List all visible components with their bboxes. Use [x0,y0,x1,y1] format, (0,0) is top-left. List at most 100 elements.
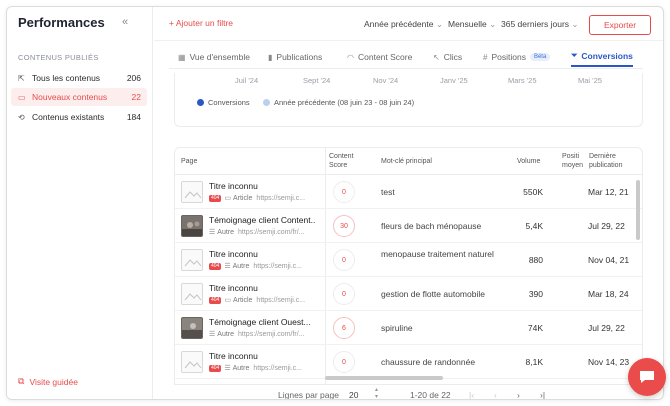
page-url[interactable]: https://semji.com/fr/... [238,229,305,236]
x-tick-label: Mai '25 [578,76,602,85]
x-tick-label: Juil '24 [235,76,259,85]
content-type: Autre [232,262,250,270]
main-keyword: gestion de flotte automobile [381,289,485,299]
tab-label: Conversions [581,51,633,61]
column-header-content-score[interactable]: Content Score [329,152,363,170]
add-filter-button[interactable]: + Ajouter un filtre [169,18,233,28]
article-icon: ▭ [224,195,231,202]
tab-conversions[interactable]: ⏷ Conversions [571,47,633,67]
search-volume: 8,1K [525,357,544,367]
page-url[interactable]: https://semji.c... [256,195,305,202]
sidebar-item-count: 184 [126,112,141,122]
page-url[interactable]: https://semji.c... [256,297,305,304]
page-title-link[interactable]: Titre inconnu [209,181,315,191]
column-header-published[interactable]: Dernière publication [589,152,629,170]
page-thumbnail [181,249,203,271]
status-badge: 404 [209,296,222,304]
publication-date: Nov 04, 21 [588,255,630,265]
page-meta: ☰ Autre https://semji.com/fr/... [209,330,321,339]
sidebar-item-existing-content[interactable]: ⟲ Contenus existants 184 [11,108,147,126]
page-meta: 404 ☰ Autre https://semji.c... [209,364,321,372]
tab-positions[interactable]: # Positions Béta [483,47,551,67]
legend-dot [197,99,204,106]
guided-tour-icon: ⧉ [18,376,25,386]
chevron-down-icon: ⌄ [569,19,579,29]
sidebar-item-all-content[interactable]: ⇱ Tous les contenus 206 [11,69,147,87]
page-title-link[interactable]: Titre inconnu [209,351,315,361]
page-meta: 404 ☰ Autre https://semji.c... [209,262,321,270]
main-keyword: fleurs de bach ménopause [381,221,482,231]
x-tick-label: Mars '25 [508,76,537,85]
column-header-keyword[interactable]: Mot-clé principal [381,157,432,166]
column-header-page[interactable]: Page [181,157,197,166]
column-header-volume[interactable]: Volume [517,157,540,166]
sidebar-section-label: CONTENUS PUBLIÉS [18,53,99,62]
page-url[interactable]: https://semji.c... [253,263,302,270]
tab-overview[interactable]: ▦ Vue d'ensemble [178,47,250,67]
page-url[interactable]: https://semji.com/fr/... [238,331,305,338]
export-button[interactable]: Exporter [589,15,651,35]
table-row[interactable]: Titre inconnu 404 ☰ Autre https://semji.… [175,345,642,379]
first-page-icon[interactable]: |‹ [469,390,474,399]
granularity-value: Mensuelle [448,19,487,29]
main-keyword: chaussure de randonnée [381,357,476,367]
prev-page-icon[interactable]: ‹ [494,390,497,399]
status-badge: 404 [209,262,222,270]
tab-content-score[interactable]: ◠ Content Score [347,47,412,67]
granularity-select[interactable]: Mensuelle ⌄ [448,19,496,30]
sidebar-item-count: 206 [126,73,141,83]
search-volume: 550K [523,187,543,197]
hash-icon: # [483,52,488,62]
page-title-link[interactable]: Témoignage client Content... [209,215,315,225]
page-title-link[interactable]: Témoignage client Ouest... [209,317,315,327]
tab-label: Publications [276,52,323,62]
table-row[interactable]: Témoignage client Ouest... ☰ Autre https… [175,311,642,345]
content-type: Article [232,194,253,202]
tab-clicks[interactable]: ↖ Clics [433,47,462,67]
legend-dot [263,99,270,106]
other-content-icon: ☰ [224,263,231,270]
content-score-ring: 30 [333,215,355,237]
external-link-icon: ⇱ [18,73,25,83]
page-thumbnail [181,283,203,305]
period-select[interactable]: 365 derniers jours ⌄ [501,19,579,30]
legend-item-conversions[interactable]: Conversions [197,98,250,107]
legend-item-previous-year[interactable]: Année précédente (08 juin 23 - 08 juin 2… [263,98,414,107]
status-badge: 404 [209,364,222,372]
sidebar-item-new-content[interactable]: ▭ Nouveaux contenus 22 [11,88,147,106]
sidebar-item-label: Tous les contenus [32,73,101,83]
table-row[interactable]: Témoignage client Content... ☰ Autre htt… [175,209,642,243]
chat-bubble-icon [640,371,654,383]
x-tick-label: Janv '25 [440,76,468,85]
page-title-link[interactable]: Titre inconnu [209,249,315,259]
vertical-scrollbar[interactable] [636,180,640,240]
next-page-icon[interactable]: › [517,390,520,399]
last-page-icon[interactable]: ›| [540,390,545,399]
double-chevron-left-icon[interactable]: « [122,16,128,28]
page-url[interactable]: https://semji.c... [253,365,302,372]
table-row[interactable]: Titre inconnu 404 ☰ Autre https://semji.… [175,243,642,277]
cursor-icon: ↖ [433,52,440,62]
content-score-ring: 0 [333,249,355,271]
tab-label: Positions [491,52,526,62]
horizontal-scrollbar[interactable] [325,376,443,380]
page-title: Performances [18,15,105,30]
guided-tour-link[interactable]: ⧉ Visite guidée [18,376,78,387]
page-range: 1-20 de 22 [410,390,451,400]
table-row[interactable]: Titre inconnu 404 ▭ Article https://semj… [175,175,642,209]
content-type: Autre [217,228,235,236]
table-row[interactable]: Titre inconnu 404 ▭ Article https://semj… [175,277,642,311]
comparison-select[interactable]: Année précédente ⌄ [364,19,443,30]
main-keyword: test [381,187,395,197]
x-tick-label: Sept '24 [303,76,331,85]
content-type: Article [232,296,253,304]
chevron-down-icon: ⌄ [486,19,497,29]
column-header-position[interactable]: Positi moyen [562,152,586,170]
page-meta: ☰ Autre https://semji.com/fr/... [209,228,321,237]
sidebar-item-label: Contenus existants [32,112,105,122]
page-title-link[interactable]: Titre inconnu [209,283,315,293]
rows-per-page-label: Lignes par page [278,390,339,400]
tab-publications[interactable]: ▮ Publications [268,47,322,67]
rows-per-page-select[interactable]: 20 ▴ ▾ [342,387,380,399]
chat-launcher-button[interactable] [628,358,666,396]
